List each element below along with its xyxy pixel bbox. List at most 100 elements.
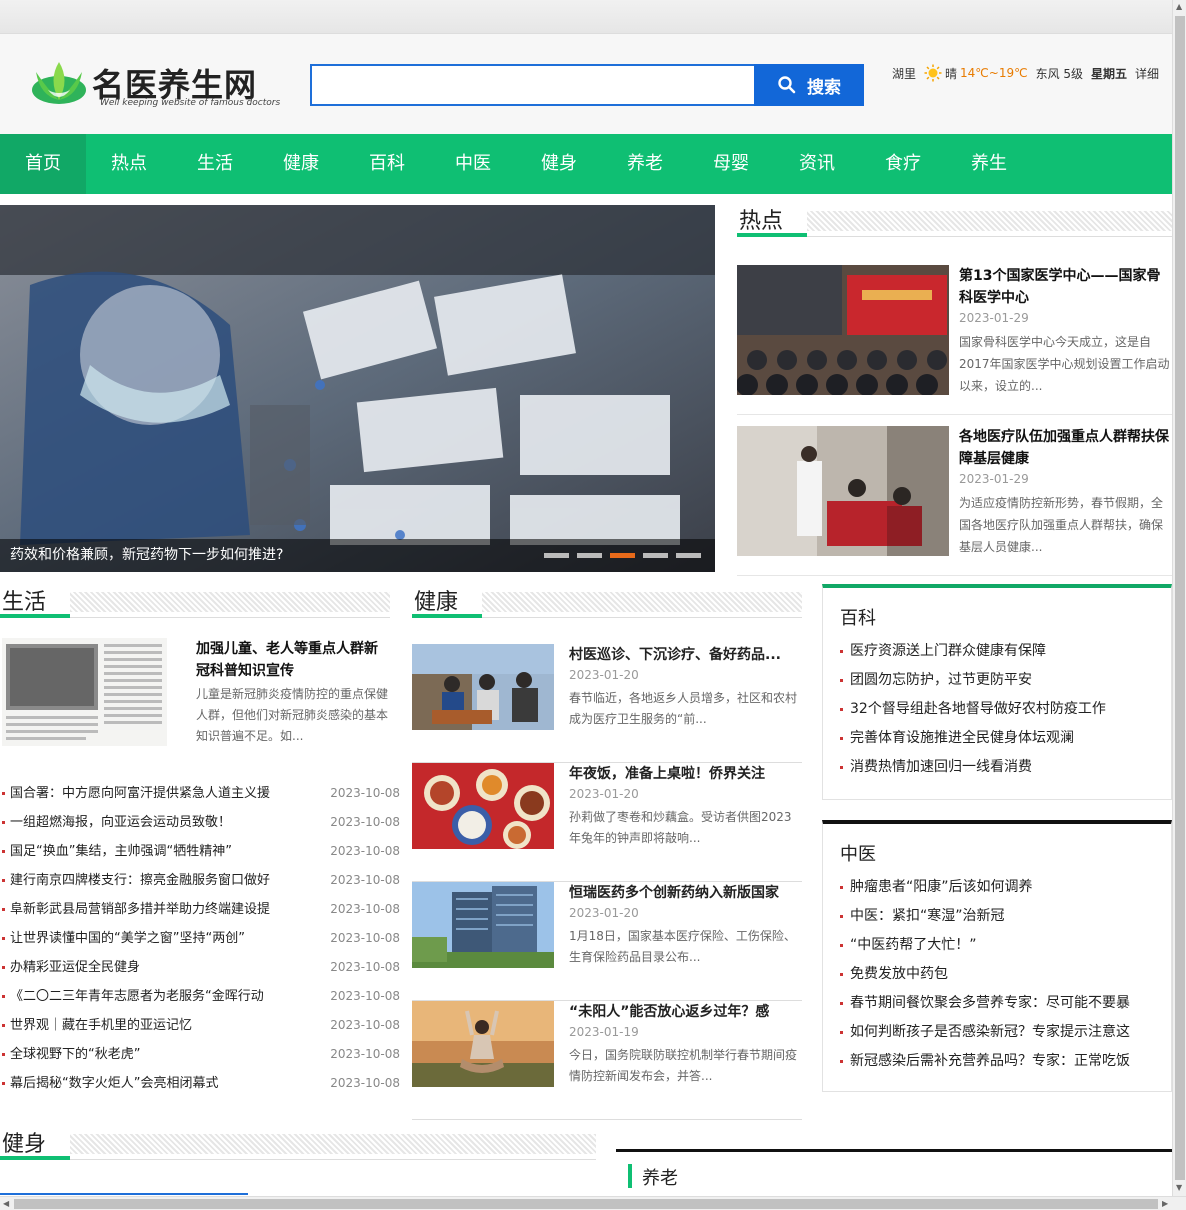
- life-feature-thumbnail: [2, 638, 167, 746]
- hot-item-title[interactable]: 第13个国家医学中心——国家骨科医学中心: [959, 265, 1172, 309]
- nav-item[interactable]: 健康: [258, 134, 344, 194]
- life-news-title[interactable]: 世界观｜藏在手机里的亚运记忆: [10, 1011, 320, 1040]
- health-section-title[interactable]: 健康: [414, 584, 458, 616]
- health-item[interactable]: 村医巡诊、下沉诊疗、备好药品... 2023-01-20 春节临近，各地返乡人员…: [412, 644, 802, 763]
- tcm-list-item[interactable]: 免费发放中药包: [838, 960, 1130, 989]
- life-news-row[interactable]: 国足“换血”集结，主帅强调“牺牲精神” 2023-10-08: [2, 837, 400, 866]
- health-item[interactable]: 年夜饭，准备上桌啦！侨界关注 2023-01-20 孙莉做了枣卷和炒藕盒。受访者…: [412, 763, 802, 882]
- elderly-section-title[interactable]: 养老: [642, 1164, 678, 1190]
- tcm-list-item[interactable]: 春节期间餐饮聚会多营养专家：尽可能不要暴: [838, 989, 1130, 1018]
- nav-item[interactable]: 首页: [0, 134, 86, 194]
- header-hatch: [70, 1134, 596, 1154]
- weather-detail-link[interactable]: 详细: [1135, 65, 1159, 82]
- nav-item[interactable]: 母婴: [688, 134, 774, 194]
- life-news-row[interactable]: 让世界读懂中国的“美学之窗”坚持“两创” 2023-10-08: [2, 924, 400, 953]
- lotus-leaf-icon: [32, 62, 86, 104]
- health-item-summary: 孙莉做了枣卷和炒藕盒。受访者供图2023年兔年的钟声即将敲响...: [569, 810, 792, 845]
- hot-item[interactable]: 第13个国家医学中心——国家骨科医学中心 2023-01-29 国家骨科医学中心…: [737, 265, 1172, 415]
- hot-item-thumbnail: [737, 426, 949, 556]
- life-news-row[interactable]: 阜新彰武县局营销部多措并举助力终端建设提 2023-10-08: [2, 895, 400, 924]
- baike-list-item[interactable]: 完善体育设施推进全民健身体坛观澜: [838, 724, 1106, 753]
- life-news-title[interactable]: 幕后揭秘“数字火炬人”会亮相闭幕式: [10, 1069, 320, 1098]
- slider-dot[interactable]: [643, 553, 668, 558]
- nav-item[interactable]: 生活: [172, 134, 258, 194]
- health-item-title[interactable]: “未阳人”能否放心返乡过年？感: [569, 1001, 802, 1023]
- health-item-thumbnail: [412, 763, 554, 849]
- hot-item[interactable]: 各地医疗队伍加强重点人群帮扶保障基层健康 2023-01-29 为适应疫情防控新…: [737, 426, 1172, 576]
- hot-item-date: 2023-01-29: [959, 311, 1029, 325]
- health-item-title[interactable]: 村医巡诊、下沉诊疗、备好药品...: [569, 644, 802, 666]
- site-logo[interactable]: 名医养生网 Well keeping website of famous doc…: [30, 60, 280, 112]
- life-news-row[interactable]: 全球视野下的“秋老虎” 2023-10-08: [2, 1040, 400, 1069]
- tcm-list-item[interactable]: 肿瘤患者“阳康”后该如何调养: [838, 873, 1130, 902]
- health-item-title[interactable]: 恒瑞医药多个创新药纳入新版国家: [569, 882, 802, 904]
- life-news-date: 2023-10-08: [330, 989, 400, 1003]
- life-news-row[interactable]: 幕后揭秘“数字火炬人”会亮相闭幕式 2023-10-08: [2, 1069, 400, 1098]
- hot-section-title[interactable]: 热点: [739, 203, 783, 235]
- horizontal-scroll-thumb[interactable]: [14, 1199, 1158, 1209]
- weather-city: 湖里: [892, 66, 917, 81]
- slider-dot[interactable]: [544, 553, 569, 558]
- nav-item[interactable]: 健身: [516, 134, 602, 194]
- life-news-row[interactable]: 一组超燃海报，向亚运会运动员致敬！ 2023-10-08: [2, 808, 400, 837]
- life-feature[interactable]: 加强儿童、老人等重点人群新冠科普知识宣传 儿童是新冠肺炎疫情防控的重点保健人群，…: [2, 638, 388, 748]
- bullet-icon: [2, 966, 5, 969]
- life-news-title[interactable]: 建行南京四牌楼支行：擦亮金融服务窗口做好: [10, 866, 320, 895]
- life-news-row[interactable]: 世界观｜藏在手机里的亚运记忆 2023-10-08: [2, 1011, 400, 1040]
- baike-title[interactable]: 百科: [840, 604, 876, 630]
- baike-list: 医疗资源送上门群众健康有保障 团圆勿忘防护，过节更防平安 32个督导组赴各地督导做好…: [838, 637, 1106, 782]
- baike-list-item[interactable]: 医疗资源送上门群众健康有保障: [838, 637, 1106, 666]
- scroll-right-icon[interactable]: ▶: [1162, 1199, 1168, 1208]
- baike-list-item[interactable]: 32个督导组赴各地督导做好农村防疫工作: [838, 695, 1106, 724]
- health-item-title[interactable]: 年夜饭，准备上桌啦！侨界关注: [569, 763, 802, 785]
- tcm-title[interactable]: 中医: [840, 840, 876, 866]
- scroll-down-icon[interactable]: ▼: [1176, 1183, 1182, 1192]
- fitness-section-title[interactable]: 健身: [2, 1126, 46, 1158]
- life-news-title[interactable]: 一组超燃海报，向亚运会运动员致敬！: [10, 808, 320, 837]
- life-news-row[interactable]: 国合署：中方愿向阿富汗提供紧急人道主义援 2023-10-08: [2, 779, 400, 808]
- search-button[interactable]: 搜索: [754, 64, 864, 106]
- baike-list-item[interactable]: 消费热情加速回归一线看消费: [838, 753, 1106, 782]
- health-item-thumbnail: [412, 644, 554, 730]
- hero-slider[interactable]: 药效和价格兼顾，新冠药物下一步如何推进?: [0, 205, 715, 572]
- life-news-title[interactable]: 《二〇二三年青年志愿者为老服务“金晖行动: [10, 982, 320, 1011]
- life-news-row[interactable]: 办精彩亚运促全民健身 2023-10-08: [2, 953, 400, 982]
- tcm-list-item[interactable]: 中医：紧扣“寒湿”治新冠: [838, 902, 1130, 931]
- nav-item[interactable]: 热点: [86, 134, 172, 194]
- life-news-row[interactable]: 建行南京四牌楼支行：擦亮金融服务窗口做好 2023-10-08: [2, 866, 400, 895]
- vertical-scrollbar[interactable]: ▲ ▼: [1172, 0, 1186, 1196]
- nav-item[interactable]: 资讯: [774, 134, 860, 194]
- baike-list-item[interactable]: 团圆勿忘防护，过节更防平安: [838, 666, 1106, 695]
- tcm-list-item[interactable]: 如何判断孩子是否感染新冠？专家提示注意这: [838, 1018, 1130, 1047]
- life-news-title[interactable]: 全球视野下的“秋老虎”: [10, 1040, 320, 1069]
- nav-item[interactable]: 养生: [946, 134, 1032, 194]
- header-divider: [70, 1159, 596, 1160]
- life-news-title[interactable]: 让世界读懂中国的“美学之窗”坚持“两创”: [10, 924, 320, 953]
- search-input[interactable]: [310, 64, 754, 106]
- life-news-title[interactable]: 国足“换血”集结，主帅强调“牺牲精神”: [10, 837, 320, 866]
- life-news-title[interactable]: 国合署：中方愿向阿富汗提供紧急人道主义援: [10, 779, 320, 808]
- hero-slide-image: [0, 205, 715, 572]
- life-news-row[interactable]: 《二〇二三年青年志愿者为老服务“金晖行动 2023-10-08: [2, 982, 400, 1011]
- slider-dot[interactable]: [577, 553, 602, 558]
- header-hatch: [482, 592, 802, 612]
- hot-item-title[interactable]: 各地医疗队伍加强重点人群帮扶保障基层健康: [959, 426, 1172, 470]
- nav-item[interactable]: 养老: [602, 134, 688, 194]
- scroll-up-icon[interactable]: ▲: [1176, 2, 1182, 11]
- vertical-scroll-thumb[interactable]: [1175, 16, 1185, 1180]
- life-section-title[interactable]: 生活: [2, 584, 46, 616]
- horizontal-scrollbar[interactable]: ◀ ▶: [0, 1196, 1186, 1210]
- slider-dot[interactable]: [676, 553, 701, 558]
- slider-dot[interactable]: [610, 553, 635, 558]
- tcm-list-item[interactable]: “中医药帮了大忙！”: [838, 931, 1130, 960]
- life-news-title[interactable]: 阜新彰武县局营销部多措并举助力终端建设提: [10, 895, 320, 924]
- health-item[interactable]: 恒瑞医药多个创新药纳入新版国家 2023-01-20 1月18日，国家基本医疗保…: [412, 882, 802, 1001]
- life-news-title[interactable]: 办精彩亚运促全民健身: [10, 953, 320, 982]
- nav-item[interactable]: 食疗: [860, 134, 946, 194]
- nav-item[interactable]: 中医: [430, 134, 516, 194]
- tcm-list-item[interactable]: 新冠感染后需补充营养品吗？专家：正常吃饭: [838, 1047, 1130, 1076]
- health-item[interactable]: “未阳人”能否放心返乡过年？感 2023-01-19 今日，国务院联防联控机制举…: [412, 1001, 802, 1120]
- life-feature-title[interactable]: 加强儿童、老人等重点人群新冠科普知识宣传: [196, 638, 388, 682]
- scroll-left-icon[interactable]: ◀: [3, 1199, 9, 1208]
- nav-item[interactable]: 百科: [344, 134, 430, 194]
